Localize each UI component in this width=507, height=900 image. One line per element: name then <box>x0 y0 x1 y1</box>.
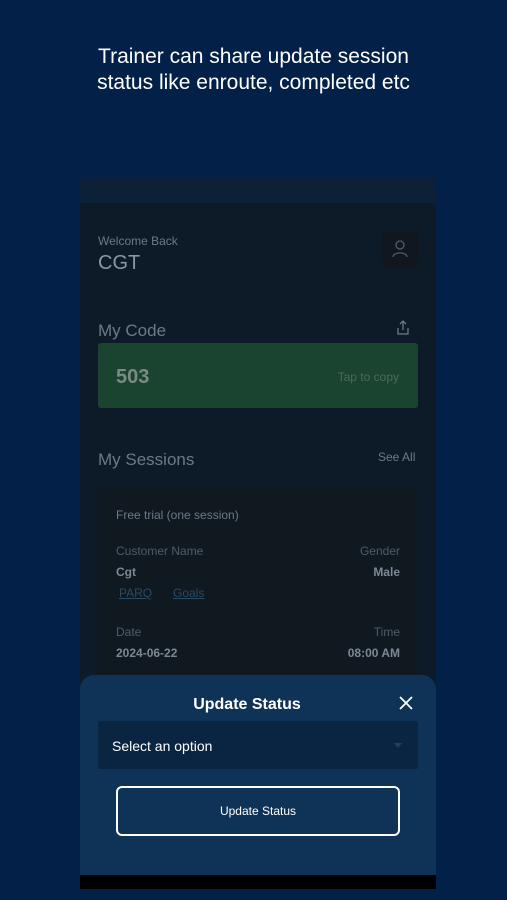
update-status-button[interactable]: Update Status <box>116 786 400 836</box>
goals-link[interactable]: Goals <box>173 586 204 600</box>
username: CGT <box>98 252 141 274</box>
my-sessions-title: My Sessions <box>98 450 195 469</box>
see-all-link[interactable]: See All <box>378 450 415 464</box>
profile-button[interactable] <box>381 231 419 267</box>
sheet-title: Update Status <box>193 696 301 713</box>
navigation-bar <box>80 875 436 889</box>
status-bar <box>80 178 436 203</box>
session-type: Free trial (one session) <box>116 508 239 522</box>
time-label: Time <box>373 625 400 639</box>
code-value: 503 <box>116 366 150 388</box>
close-icon[interactable] <box>398 695 414 711</box>
phone-screen: Welcome Back CGT My Code 503 Tap to copy… <box>80 178 436 890</box>
gender-label: Gender <box>359 544 400 558</box>
chevron-down-icon <box>394 743 402 748</box>
select-placeholder: Select an option <box>112 738 213 754</box>
gender-value: Male <box>373 565 400 579</box>
time-value: 08:00 AM <box>347 646 400 660</box>
parq-link[interactable]: PARQ <box>119 586 152 600</box>
code-card[interactable]: 503 Tap to copy <box>98 343 418 408</box>
my-code-title: My Code <box>98 321 167 340</box>
marketing-caption: Trainer can share update session status … <box>0 44 507 96</box>
caption-line-2: status like enroute, completed etc <box>97 71 410 94</box>
customer-name-value: Cgt <box>116 565 136 579</box>
share-icon[interactable] <box>396 320 410 335</box>
caption-line-1: Trainer can share update session <box>98 45 409 68</box>
date-label: Date <box>116 625 142 639</box>
tap-to-copy-label: Tap to copy <box>337 370 399 384</box>
session-card[interactable]: Free trial (one session) Customer Name G… <box>98 488 418 688</box>
user-icon <box>392 240 408 258</box>
customer-name-label: Customer Name <box>116 544 204 558</box>
welcome-text: Welcome Back <box>98 234 178 248</box>
date-value: 2024-06-22 <box>116 646 178 660</box>
update-status-sheet: Update Status Select an option Update St… <box>80 675 436 875</box>
status-select[interactable]: Select an option <box>98 721 418 769</box>
